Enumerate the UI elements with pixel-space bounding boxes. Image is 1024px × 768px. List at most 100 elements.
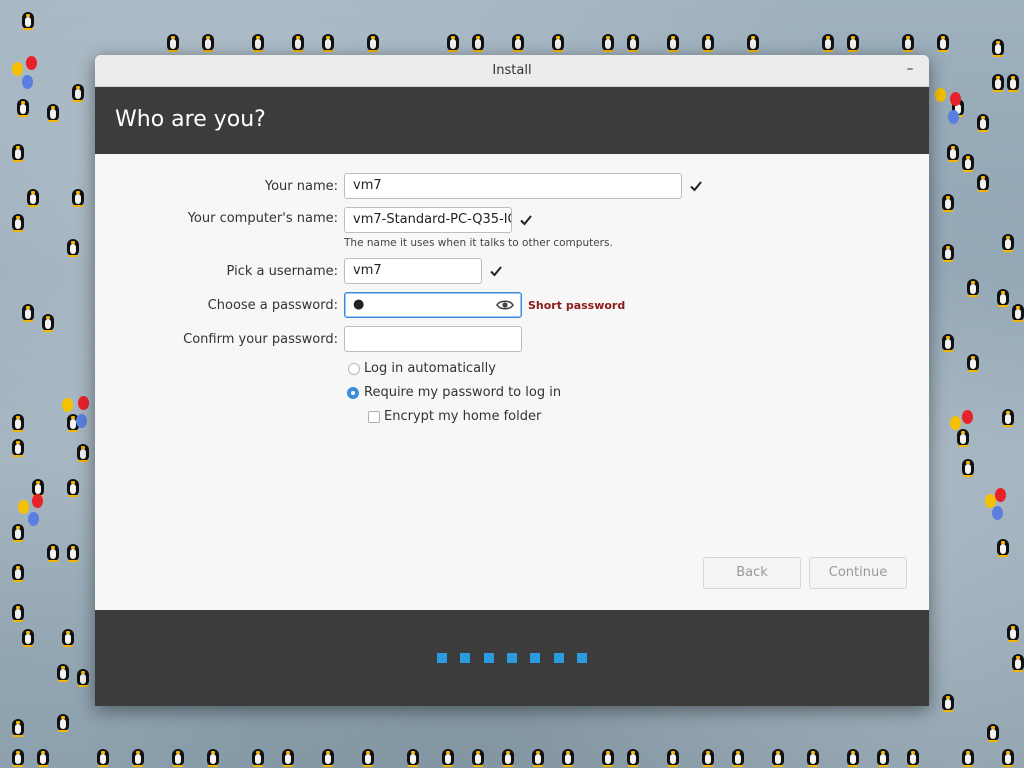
penguin-icon [10,410,26,432]
balloon-icon [992,506,1003,520]
progress-step [483,653,494,663]
balloon-icon [948,110,959,124]
penguin-icon [280,745,296,767]
require-password-label[interactable]: Require my password to log in [364,385,561,400]
penguin-icon [975,170,991,192]
password-label: Choose a password: [207,298,338,313]
penguin-icon [940,330,956,352]
penguin-icon [900,30,916,52]
installer-window: Install – Who are you? Your name: vm7 Yo… [95,55,929,706]
penguin-icon [995,285,1011,307]
penguin-icon [95,745,111,767]
balloon-icon [935,88,946,102]
penguin-icon [15,95,31,117]
form-area: Your name: vm7 Your computer's name: vm7… [95,154,929,610]
penguin-icon [560,745,576,767]
penguin-icon [10,745,26,767]
auto-login-label[interactable]: Log in automatically [364,361,496,376]
penguin-icon [960,455,976,477]
back-button[interactable]: Back [703,557,801,589]
penguin-icon [10,715,26,737]
balloon-icon [950,416,961,430]
penguin-icon [25,185,41,207]
eye-icon[interactable] [496,298,514,312]
penguin-icon [945,140,961,162]
penguin-icon [770,745,786,767]
balloon-icon [18,500,29,514]
penguin-icon [985,720,1001,742]
penguin-icon [875,745,891,767]
progress-step [553,653,564,663]
penguin-icon [170,745,186,767]
balloon-icon [950,92,961,106]
penguin-icon [530,745,546,767]
penguin-icon [20,625,36,647]
password-strength-warning: Short password [528,299,626,312]
penguin-icon [10,210,26,232]
penguin-icon [130,745,146,767]
balloon-icon [995,488,1006,502]
penguin-icon [165,30,181,52]
penguin-icon [70,185,86,207]
balloon-icon [26,56,37,70]
encrypt-home-label[interactable]: Encrypt my home folder [384,409,541,424]
penguin-icon [250,745,266,767]
username-field[interactable]: vm7 [344,258,482,284]
penguin-icon [20,300,36,322]
penguin-icon [1000,745,1016,767]
penguin-icon [730,745,746,767]
progress-step [576,653,587,663]
penguin-icon [45,540,61,562]
penguin-icon [470,30,486,52]
continue-button[interactable]: Continue [809,557,907,589]
encrypt-home-checkbox[interactable] [368,411,380,423]
penguin-icon [745,30,761,52]
penguin-icon [55,660,71,682]
name-field[interactable]: vm7 [344,173,682,199]
progress-step [506,653,517,663]
penguin-icon [1005,620,1021,642]
penguin-icon [10,520,26,542]
penguin-icon [820,30,836,52]
computer-name-valid-checkmark-icon [520,215,532,226]
balloon-icon [32,494,43,508]
balloon-icon [28,512,39,526]
penguin-icon [600,745,616,767]
penguin-icon [440,745,456,767]
balloon-icon [62,398,73,412]
progress-step [530,653,541,663]
penguin-icon [75,440,91,462]
penguin-icon [935,30,951,52]
penguin-icon [10,140,26,162]
penguin-icon [20,8,36,30]
penguin-icon [45,100,61,122]
computer-name-field[interactable]: vm7-Standard-PC-Q35-IC [344,207,512,233]
penguin-icon [845,30,861,52]
penguin-icon [940,240,956,262]
penguin-icon [965,350,981,372]
auto-login-radio[interactable] [348,363,360,375]
penguin-icon [960,745,976,767]
minimize-icon[interactable]: – [903,62,917,76]
penguin-icon [40,310,56,332]
penguin-icon [205,745,221,767]
penguin-icon [10,600,26,622]
penguin-icon [665,30,681,52]
penguin-icon [65,475,81,497]
username-valid-checkmark-icon [490,266,502,277]
penguin-icon [960,150,976,172]
penguin-icon [600,30,616,52]
penguin-icon [500,745,516,767]
require-password-radio[interactable] [347,387,359,399]
window-title: Install [492,63,532,78]
penguin-icon [965,275,981,297]
penguin-icon [10,435,26,457]
balloon-icon [12,62,23,76]
penguin-icon [1010,300,1024,322]
penguin-icon [55,710,71,732]
penguin-icon [805,745,821,767]
balloon-icon [76,414,87,428]
computer-name-hint: The name it uses when it talks to other … [344,237,613,249]
progress-step [437,653,447,663]
confirm-password-field[interactable] [344,326,522,352]
